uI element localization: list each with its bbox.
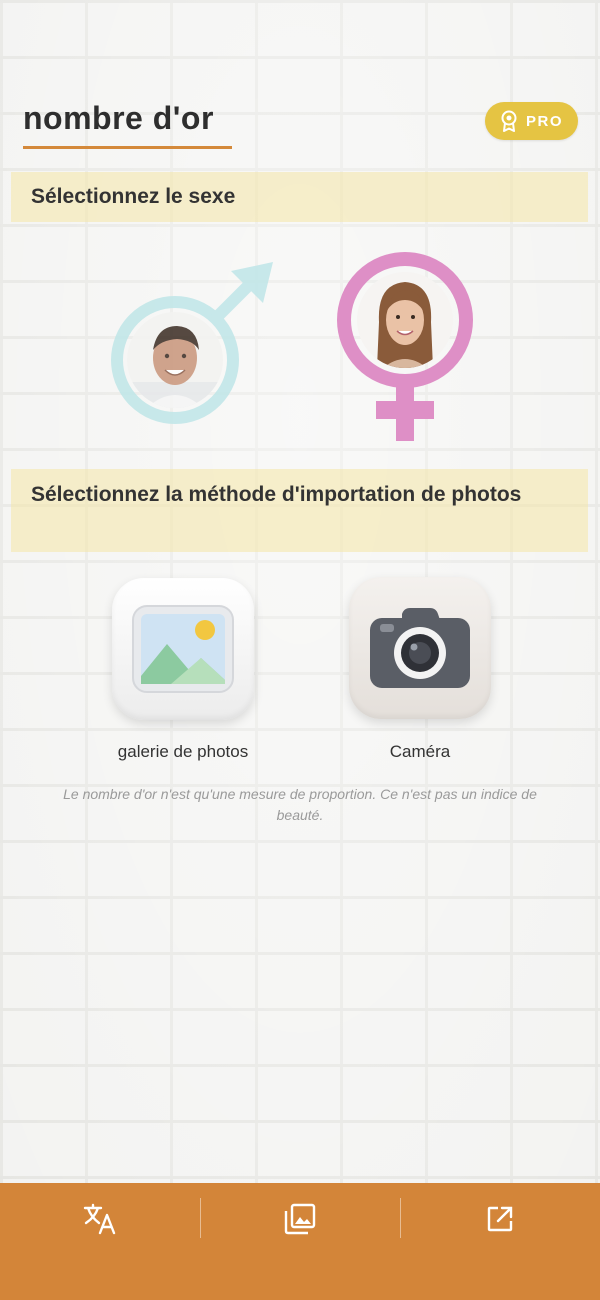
female-avatar xyxy=(357,272,453,368)
gender-heading-text: Sélectionnez le sexe xyxy=(31,185,236,208)
gender-section-heading: Sélectionnez le sexe xyxy=(11,172,588,222)
pro-button[interactable]: PRO xyxy=(485,102,578,140)
photo-gallery-button[interactable] xyxy=(112,578,254,720)
title-underline xyxy=(23,146,232,149)
camera-button[interactable] xyxy=(349,577,491,719)
import-section-heading: Sélectionnez la méthode d'importation de… xyxy=(11,469,588,552)
disclaimer-text: Le nombre d'or n'est qu'une mesure de pr… xyxy=(63,786,537,823)
open-external-icon xyxy=(487,1206,513,1232)
female-option[interactable] xyxy=(330,245,480,445)
photo-gallery-icon xyxy=(132,605,234,693)
translate-icon xyxy=(83,1203,116,1235)
pro-label: PRO xyxy=(525,112,563,130)
camera-icon xyxy=(370,608,470,688)
page-title: nombre d'or xyxy=(23,100,214,136)
award-icon xyxy=(500,110,518,132)
share-button[interactable] xyxy=(400,1199,600,1239)
camera-label: Caméra xyxy=(389,742,451,761)
bottom-toolbar xyxy=(0,1183,600,1300)
gallery-toolbar-button[interactable] xyxy=(200,1199,400,1239)
male-avatar xyxy=(127,312,223,408)
language-button[interactable] xyxy=(0,1199,200,1239)
male-option[interactable] xyxy=(105,255,285,435)
gallery-label: galerie de photos xyxy=(117,742,249,761)
image-gallery-icon xyxy=(284,1203,316,1235)
import-heading-text: Sélectionnez la méthode d'importation de… xyxy=(31,483,522,506)
